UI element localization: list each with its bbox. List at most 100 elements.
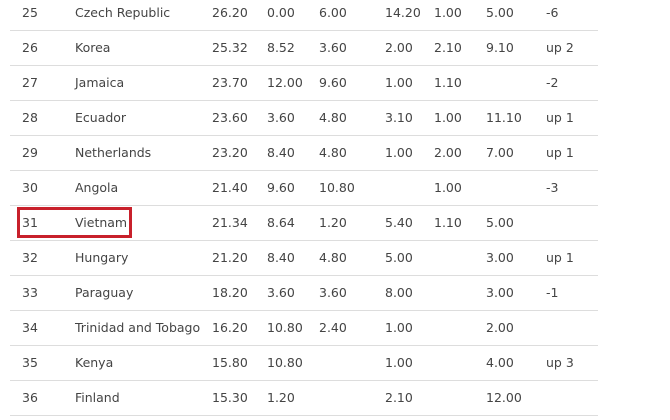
change-cell: -3 bbox=[546, 180, 559, 195]
table-row: 35 Kenya 15.80 10.80 1.00 4.00 up 3 bbox=[10, 346, 598, 381]
value-cell: 3.60 bbox=[319, 40, 347, 55]
rank-cell: 34 bbox=[22, 320, 38, 335]
value-cell: 1.00 bbox=[385, 145, 413, 160]
value-cell: 3.10 bbox=[385, 110, 413, 125]
change-cell: -2 bbox=[546, 75, 559, 90]
ranking-table: 25 Czech Republic 26.20 0.00 6.00 14.20 … bbox=[10, 0, 598, 416]
value-cell: 14.20 bbox=[385, 5, 421, 20]
total-cell: 16.20 bbox=[212, 320, 248, 335]
value-cell: 3.00 bbox=[486, 250, 514, 265]
value-cell: 10.80 bbox=[267, 320, 303, 335]
total-cell: 15.80 bbox=[212, 355, 248, 370]
value-cell: 1.00 bbox=[434, 180, 462, 195]
value-cell: 2.40 bbox=[319, 320, 347, 335]
value-cell: 5.00 bbox=[486, 5, 514, 20]
total-cell: 23.70 bbox=[212, 75, 248, 90]
value-cell: 2.00 bbox=[434, 145, 462, 160]
value-cell: 10.80 bbox=[267, 355, 303, 370]
value-cell: 10.80 bbox=[319, 180, 355, 195]
team-cell: Korea bbox=[75, 40, 111, 55]
team-cell: Jamaica bbox=[75, 75, 125, 90]
team-cell: Finland bbox=[75, 390, 120, 405]
rank-cell: 28 bbox=[22, 110, 38, 125]
value-cell: 9.60 bbox=[267, 180, 295, 195]
change-cell: up 1 bbox=[546, 145, 574, 160]
table-row: 36 Finland 15.30 1.20 2.10 12.00 bbox=[10, 381, 598, 416]
team-cell: Paraguay bbox=[75, 285, 134, 300]
table-row: 25 Czech Republic 26.20 0.00 6.00 14.20 … bbox=[10, 0, 598, 31]
change-cell: up 1 bbox=[546, 110, 574, 125]
total-cell: 15.30 bbox=[212, 390, 248, 405]
value-cell: 1.00 bbox=[385, 320, 413, 335]
table-row: 28 Ecuador 23.60 3.60 4.80 3.10 1.00 11.… bbox=[10, 101, 598, 136]
value-cell: 1.00 bbox=[434, 110, 462, 125]
rank-cell: 29 bbox=[22, 145, 38, 160]
value-cell: 0.00 bbox=[267, 5, 295, 20]
rank-cell: 31 bbox=[22, 215, 38, 230]
value-cell: 4.80 bbox=[319, 110, 347, 125]
rank-cell: 26 bbox=[22, 40, 38, 55]
value-cell: 1.20 bbox=[319, 215, 347, 230]
team-cell: Ecuador bbox=[75, 110, 127, 125]
value-cell: 3.60 bbox=[319, 285, 347, 300]
value-cell: 9.60 bbox=[319, 75, 347, 90]
change-cell: -1 bbox=[546, 285, 559, 300]
value-cell: 4.80 bbox=[319, 145, 347, 160]
total-cell: 26.20 bbox=[212, 5, 248, 20]
total-cell: 21.20 bbox=[212, 250, 248, 265]
value-cell: 5.40 bbox=[385, 215, 413, 230]
rank-cell: 27 bbox=[22, 75, 38, 90]
team-cell: Kenya bbox=[75, 355, 114, 370]
value-cell: 1.10 bbox=[434, 75, 462, 90]
value-cell: 6.00 bbox=[319, 5, 347, 20]
value-cell: 1.00 bbox=[385, 75, 413, 90]
value-cell: 3.60 bbox=[267, 285, 295, 300]
total-cell: 21.40 bbox=[212, 180, 248, 195]
value-cell: 2.10 bbox=[385, 390, 413, 405]
team-cell: Vietnam bbox=[75, 215, 128, 230]
rank-cell: 30 bbox=[22, 180, 38, 195]
value-cell: 5.00 bbox=[486, 215, 514, 230]
value-cell: 3.60 bbox=[267, 110, 295, 125]
value-cell: 4.80 bbox=[319, 250, 347, 265]
value-cell: 7.00 bbox=[486, 145, 514, 160]
table-row: 34 Trinidad and Tobago 16.20 10.80 2.40 … bbox=[10, 311, 598, 346]
change-cell: up 3 bbox=[546, 355, 574, 370]
rank-cell: 33 bbox=[22, 285, 38, 300]
rank-cell: 25 bbox=[22, 5, 38, 20]
value-cell: 8.40 bbox=[267, 145, 295, 160]
value-cell: 5.00 bbox=[385, 250, 413, 265]
table-row: 33 Paraguay 18.20 3.60 3.60 8.00 3.00 -1 bbox=[10, 276, 598, 311]
table-row: 32 Hungary 21.20 8.40 4.80 5.00 3.00 up … bbox=[10, 241, 598, 276]
value-cell: 12.00 bbox=[486, 390, 522, 405]
team-cell: Trinidad and Tobago bbox=[75, 320, 201, 335]
table-row: 26 Korea 25.32 8.52 3.60 2.00 2.10 9.10 … bbox=[10, 31, 598, 66]
total-cell: 18.20 bbox=[212, 285, 248, 300]
value-cell: 3.00 bbox=[486, 285, 514, 300]
value-cell: 11.10 bbox=[486, 110, 522, 125]
value-cell: 1.00 bbox=[434, 5, 462, 20]
rank-cell: 32 bbox=[22, 250, 38, 265]
value-cell: 8.52 bbox=[267, 40, 295, 55]
value-cell: 4.00 bbox=[486, 355, 514, 370]
value-cell: 1.00 bbox=[385, 355, 413, 370]
change-cell: up 2 bbox=[546, 40, 574, 55]
change-cell: -6 bbox=[546, 5, 559, 20]
value-cell: 1.10 bbox=[434, 215, 462, 230]
team-cell: Hungary bbox=[75, 250, 129, 265]
team-cell: Angola bbox=[75, 180, 119, 195]
value-cell: 8.64 bbox=[267, 215, 295, 230]
table-row-highlighted: 31 Vietnam 21.34 8.64 1.20 5.40 1.10 5.0… bbox=[10, 206, 598, 241]
table-row: 29 Netherlands 23.20 8.40 4.80 1.00 2.00… bbox=[10, 136, 598, 171]
value-cell: 8.00 bbox=[385, 285, 413, 300]
table-row: 27 Jamaica 23.70 12.00 9.60 1.00 1.10 -2 bbox=[10, 66, 598, 101]
value-cell: 8.40 bbox=[267, 250, 295, 265]
total-cell: 23.60 bbox=[212, 110, 248, 125]
value-cell: 2.10 bbox=[434, 40, 462, 55]
value-cell: 2.00 bbox=[486, 320, 514, 335]
total-cell: 25.32 bbox=[212, 40, 248, 55]
value-cell: 2.00 bbox=[385, 40, 413, 55]
rank-cell: 35 bbox=[22, 355, 38, 370]
team-cell: Czech Republic bbox=[75, 5, 171, 20]
value-cell: 9.10 bbox=[486, 40, 514, 55]
